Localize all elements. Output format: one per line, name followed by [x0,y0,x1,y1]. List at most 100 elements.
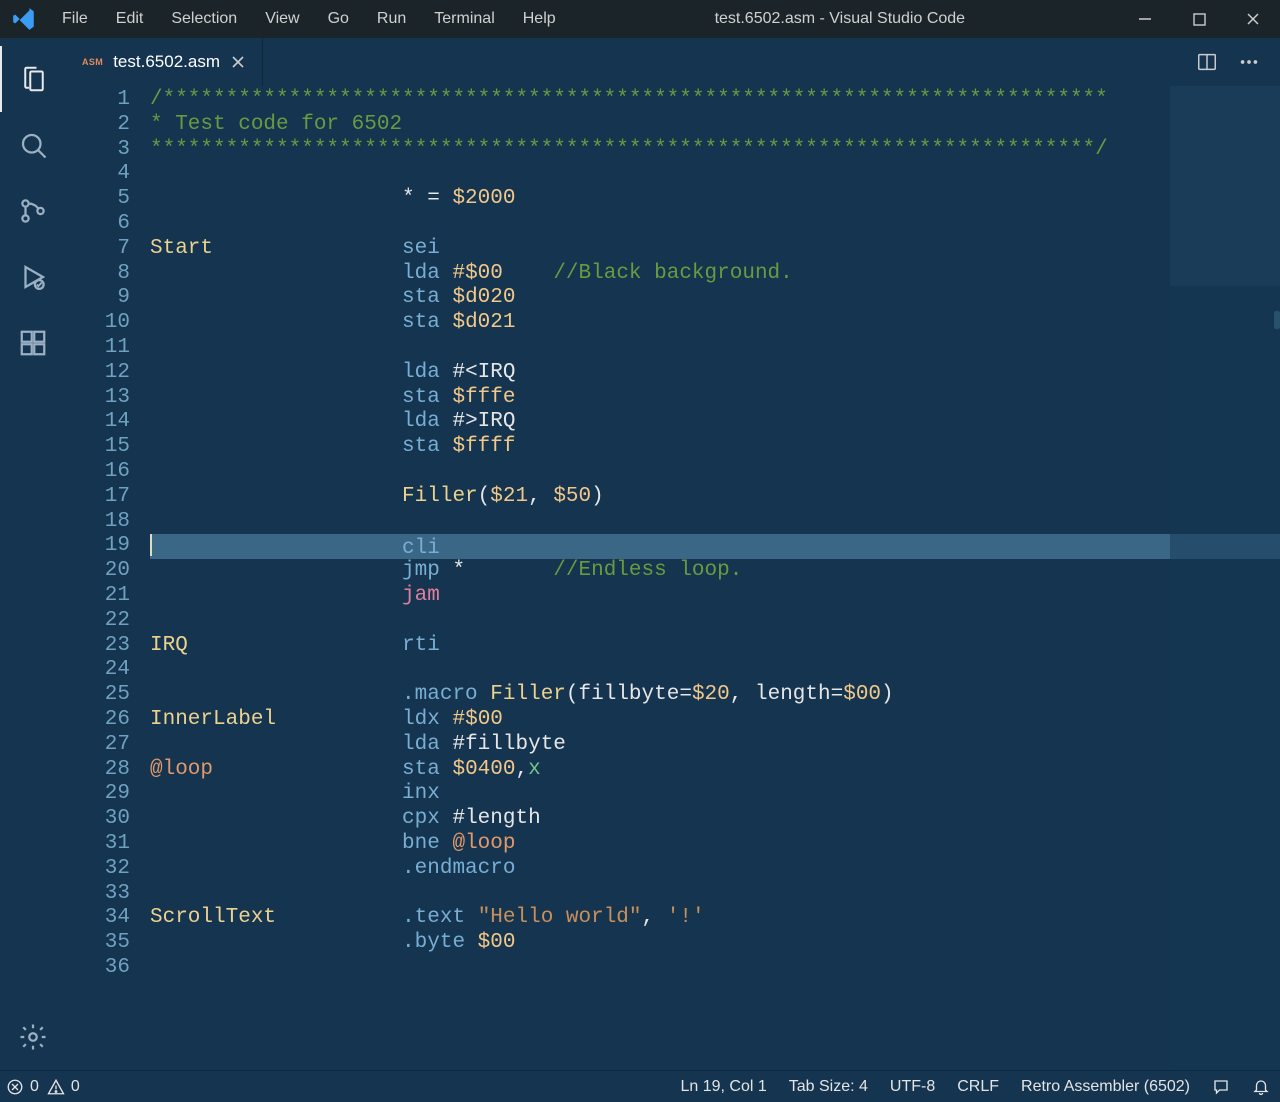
code-line[interactable]: InnerLabel ldx #$00 [150,708,1280,733]
maximize-button[interactable] [1172,0,1226,38]
menu-edit[interactable]: Edit [102,10,158,28]
menu-go[interactable]: Go [314,10,363,28]
code-line[interactable] [150,162,1280,187]
code-line[interactable]: jam [150,584,1280,609]
code-line[interactable]: jmp * //Endless loop. [150,559,1280,584]
close-button[interactable] [1226,0,1280,38]
code-line[interactable] [150,212,1280,237]
code-line[interactable]: sta $d020 [150,286,1280,311]
line-number: 30 [66,807,130,832]
code-line[interactable]: IRQ rti [150,634,1280,659]
code-line[interactable] [150,658,1280,683]
code-line[interactable]: cpx #length [150,807,1280,832]
line-number: 28 [66,758,130,783]
activity-explorer[interactable] [0,46,66,112]
code-line[interactable]: cli [150,534,1280,559]
code-line[interactable]: Filler($21, $50) [150,485,1280,510]
split-editor-icon[interactable] [1196,51,1218,73]
line-number: 17 [66,485,130,510]
status-position[interactable]: Ln 19, Col 1 [680,1078,766,1096]
status-warnings[interactable]: 0 [47,1078,80,1096]
activity-settings[interactable] [0,1004,66,1070]
code-line[interactable]: ScrollText .text "Hello world", '!' [150,906,1280,931]
activity-extensions[interactable] [0,310,66,376]
code-line[interactable]: .endmacro [150,857,1280,882]
line-number: 7 [66,237,130,262]
status-bell-icon[interactable] [1252,1078,1270,1096]
status-encoding[interactable]: UTF-8 [890,1078,935,1096]
tab-test-6502-asm[interactable]: ASM test.6502.asm [66,38,263,86]
tab-close-icon[interactable] [230,54,246,70]
line-number: 9 [66,286,130,311]
more-actions-icon[interactable] [1238,51,1260,73]
code-line[interactable]: bne @loop [150,832,1280,857]
line-number: 3 [66,138,130,163]
token: * [440,559,553,582]
token [150,584,402,607]
menu-selection[interactable]: Selection [157,10,251,28]
token [150,435,402,458]
code-line[interactable]: ****************************************… [150,138,1280,163]
code-line[interactable]: lda #<IRQ [150,361,1280,386]
menu-view[interactable]: View [251,10,313,28]
line-number: 4 [66,162,130,187]
line-number: 2 [66,113,130,138]
code-line[interactable] [150,460,1280,485]
code-line[interactable] [150,510,1280,535]
token: .byte [402,931,465,954]
code-line[interactable]: * Test code for 6502 [150,113,1280,138]
line-number: 6 [66,212,130,237]
code-line[interactable] [150,336,1280,361]
code-line[interactable]: .macro Filler(fillbyte=$20, length=$00) [150,683,1280,708]
minimap[interactable] [1170,86,1280,1070]
menu-terminal[interactable]: Terminal [420,10,508,28]
line-number: 27 [66,733,130,758]
minimize-button[interactable] [1118,0,1172,38]
menu-file[interactable]: File [48,10,102,28]
token: , [528,485,553,508]
title-bar: File Edit Selection View Go Run Terminal… [0,0,1280,38]
status-tabsize[interactable]: Tab Size: 4 [789,1078,868,1096]
menu-help[interactable]: Help [509,10,570,28]
code-line[interactable]: sta $fffe [150,386,1280,411]
line-number: 29 [66,782,130,807]
activity-debug[interactable] [0,244,66,310]
line-number: 18 [66,510,130,535]
code-line[interactable]: .byte $00 [150,931,1280,956]
code-line[interactable]: /***************************************… [150,88,1280,113]
menu-run[interactable]: Run [363,10,420,28]
activity-search[interactable] [0,112,66,178]
code-line[interactable]: Start sei [150,237,1280,262]
code-line[interactable]: @loop sta $0400,x [150,758,1280,783]
code-line[interactable] [150,609,1280,634]
token: '!' [667,906,705,929]
token: , [730,683,755,706]
token [150,807,402,830]
status-language[interactable]: Retro Assembler (6502) [1021,1078,1190,1096]
code-line[interactable] [150,956,1280,981]
line-number: 14 [66,410,130,435]
token: $0400 [452,758,515,781]
status-eol[interactable]: CRLF [957,1078,999,1096]
token: ) [881,683,894,706]
token [440,832,453,855]
editor[interactable]: 1234567891011121314151617181920212223242… [66,86,1280,1070]
code-line[interactable]: * = $2000 [150,187,1280,212]
token: cpx [402,807,440,830]
code-line[interactable]: sta $d021 [150,311,1280,336]
status-feedback-icon[interactable] [1212,1078,1230,1096]
token: sta [402,311,440,334]
token: lda [402,361,440,384]
status-errors[interactable]: 0 [6,1078,39,1096]
token [150,262,402,285]
code-line[interactable]: lda #fillbyte [150,733,1280,758]
code-line[interactable]: lda #>IRQ [150,410,1280,435]
code-line[interactable] [150,882,1280,907]
code-line[interactable]: inx [150,782,1280,807]
code-line[interactable]: lda #$00 //Black background. [150,262,1280,287]
line-number: 11 [66,336,130,361]
token: length [465,807,541,830]
code-line[interactable]: sta $ffff [150,435,1280,460]
code-area[interactable]: /***************************************… [150,86,1280,1070]
activity-scm[interactable] [0,178,66,244]
